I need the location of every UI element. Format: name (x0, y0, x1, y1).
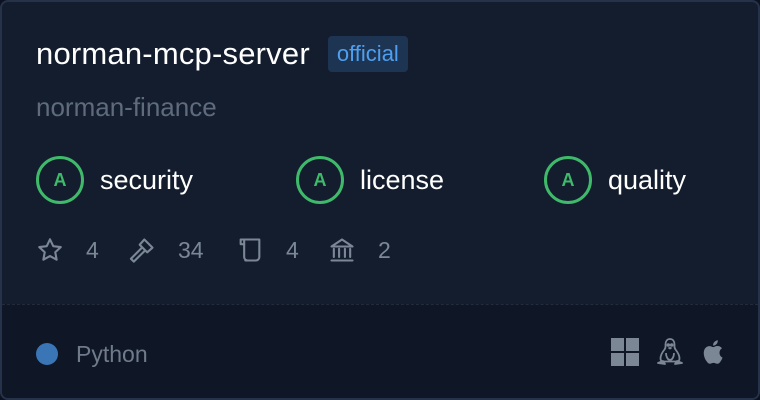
title-row: norman-mcp-server official (36, 36, 408, 72)
resources-count: 2 (378, 237, 391, 263)
grade-quality: A quality (544, 156, 686, 204)
stat-tools: 34 (128, 234, 204, 266)
apple-icon (703, 340, 723, 364)
grade-circle: A (296, 156, 344, 204)
grade-circle: A (36, 156, 84, 204)
stat-resources: 2 (328, 234, 391, 266)
language-indicator: Python (36, 341, 148, 367)
linux-platform (655, 337, 685, 367)
stat-stars: 4 (36, 234, 99, 266)
language-dot (36, 343, 58, 365)
grade-security: A security (36, 156, 193, 204)
server-name[interactable]: norman-mcp-server (36, 36, 310, 72)
mcp-server-card[interactable]: norman-mcp-server official norman-financ… (0, 0, 760, 400)
stars-count: 4 (86, 237, 99, 263)
grade-label: quality (608, 165, 687, 195)
scroll-icon (239, 238, 261, 262)
bank-icon (330, 238, 354, 262)
grade-label: security (100, 165, 194, 195)
official-badge: official (327, 36, 408, 72)
hammer-icon (129, 238, 154, 263)
star-icon (38, 238, 62, 261)
grade-license: A license (296, 156, 444, 204)
language-name: Python (76, 341, 148, 367)
prompts-count: 4 (286, 237, 299, 263)
card-footer: Python (2, 304, 758, 398)
windows-platform (610, 337, 640, 367)
linux-icon (657, 338, 683, 365)
grade-circle: A (544, 156, 592, 204)
stat-prompts: 4 (236, 234, 299, 266)
grade-label: license (360, 165, 445, 195)
apple-platform (699, 337, 729, 367)
owner-name[interactable]: norman-finance (36, 92, 217, 122)
tools-count: 34 (178, 237, 204, 263)
windows-icon (611, 338, 639, 366)
